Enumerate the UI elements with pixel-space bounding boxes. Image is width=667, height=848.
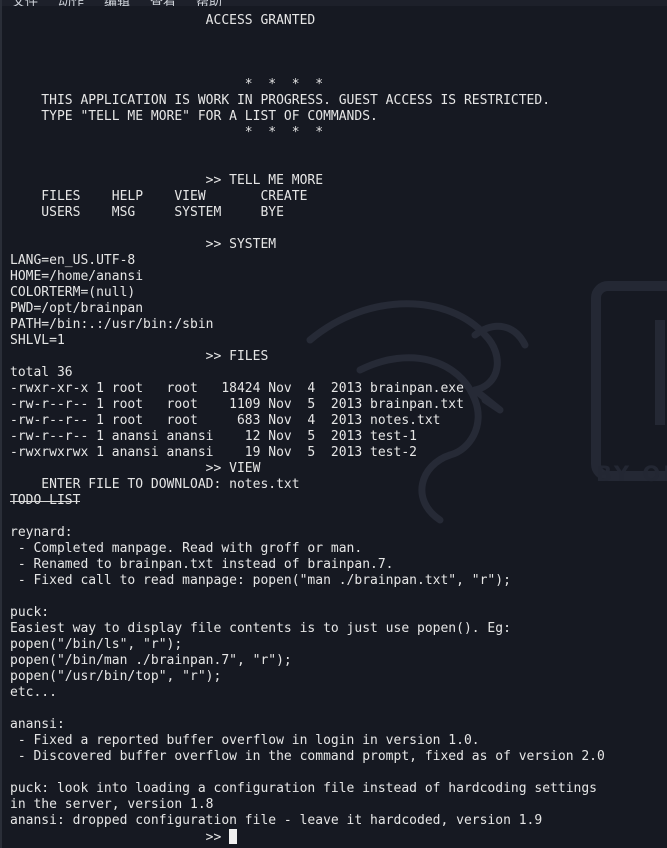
terminal-line: popen("/bin/man ./brainpan.7", "r"); — [10, 653, 292, 668]
terminal-line: -rw-r--r-- 1 root root 1109 Nov 5 2013 b… — [10, 397, 464, 412]
menu-bar: 文件 动作 编辑 查看 帮助 — [0, 0, 667, 6]
window-left-border — [0, 0, 2, 848]
terminal-line: HOME=/home/anansi — [10, 269, 144, 284]
terminal-line: PATH=/bin:.:/usr/bin:/sbin — [10, 317, 214, 332]
terminal-line: COLORTERM=(null) — [10, 285, 136, 300]
terminal-line: >> FILES — [10, 349, 269, 364]
terminal-line: - Discovered buffer overflow in the comm… — [10, 749, 605, 764]
terminal-line: -rw-r--r-- 1 anansi anansi 12 Nov 5 2013… — [10, 429, 417, 444]
terminal-line: popen("/usr/bin/top", "r"); — [10, 669, 222, 684]
menu-actions[interactable]: 动作 — [58, 0, 84, 6]
terminal-output[interactable]: ACCESS GRANTED * * * * THIS APPLICATION … — [10, 13, 665, 845]
terminal-line: - Completed manpage. Read with groff or … — [10, 541, 363, 556]
terminal-line: -rw-r--r-- 1 root root 683 Nov 4 2013 no… — [10, 413, 441, 428]
menu-file[interactable]: 文件 — [12, 0, 38, 6]
terminal-line: * * * * — [10, 77, 324, 92]
terminal-line: USERS MSG SYSTEM BYE — [10, 205, 284, 220]
terminal-line: etc... — [10, 685, 57, 700]
terminal-line: anansi: — [10, 717, 65, 732]
menu-help[interactable]: 帮助 — [196, 0, 222, 6]
terminal-line: SHLVL=1 — [10, 333, 65, 348]
terminal-line: TYPE "TELL ME MORE" FOR A LIST OF COMMAN… — [10, 109, 378, 124]
terminal-line: >> SYSTEM — [10, 237, 277, 252]
terminal-line: -rwxrwxrwx 1 anansi anansi 19 Nov 5 2013… — [10, 445, 417, 460]
terminal-line: reynard: — [10, 525, 73, 540]
text-cursor — [229, 829, 238, 844]
terminal-line: - Fixed call to read manpage: popen("man… — [10, 573, 511, 588]
terminal-line: popen("/bin/ls", "r"); — [10, 637, 183, 652]
terminal-line: puck: — [10, 605, 50, 620]
terminal-line: THIS APPLICATION IS WORK IN PROGRESS. GU… — [10, 93, 551, 108]
terminal-line: * * * * — [10, 125, 324, 140]
terminal-line: >> VIEW — [10, 461, 261, 476]
menu-view[interactable]: 查看 — [150, 0, 176, 6]
terminal-line: puck: look into loading a configuration … — [10, 781, 597, 796]
terminal-line: - Renamed to brainpan.txt instead of bra… — [10, 557, 394, 572]
terminal-line: TODO LIST — [10, 493, 81, 508]
terminal-line: >> TELL ME MORE — [10, 173, 324, 188]
terminal-line: ENTER FILE TO DOWNLOAD: notes.txt — [10, 477, 300, 492]
terminal-line: FILES HELP VIEW CREATE — [10, 189, 308, 204]
terminal-line: -rwxr-xr-x 1 root root 18424 Nov 4 2013 … — [10, 381, 464, 396]
terminal-prompt-line[interactable]: >> — [10, 829, 665, 845]
terminal-line: ACCESS GRANTED — [10, 13, 316, 28]
terminal-line: anansi: dropped configuration file - lea… — [10, 813, 543, 828]
terminal-line: in the server, version 1.8 — [10, 797, 214, 812]
terminal-line: Easiest way to display file contents is … — [10, 621, 511, 636]
menu-edit[interactable]: 编辑 — [104, 0, 130, 6]
terminal-prompt: >> — [10, 830, 230, 845]
todo-underline — [10, 501, 80, 502]
terminal-line: total 36 — [10, 365, 73, 380]
terminal-line: - Fixed a reported buffer overflow in lo… — [10, 733, 480, 748]
terminal-line: LANG=en_US.UTF-8 — [10, 253, 136, 268]
terminal-line: PWD=/opt/brainpan — [10, 301, 144, 316]
